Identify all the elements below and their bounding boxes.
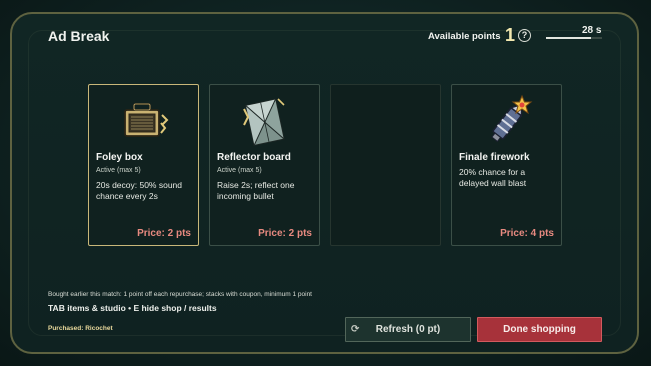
timer-text: 28 s <box>582 25 602 36</box>
reflector-board-icon <box>238 93 294 149</box>
available-points-label: Available points <box>428 31 501 42</box>
firework-icon <box>480 93 536 149</box>
card-price: Price: 4 pts <box>500 228 554 239</box>
card-description: Raise 2s; reflect one incoming bullet <box>217 180 295 201</box>
card-price: Price: 2 pts <box>137 228 191 239</box>
available-points-value: 1 <box>505 25 516 45</box>
card-status: Active (max 5) <box>96 167 141 174</box>
repurchase-footnote: Bought earlier this match: 1 point off e… <box>48 291 312 298</box>
done-shopping-button[interactable]: Done shopping <box>477 317 602 342</box>
card-name: Finale firework <box>459 152 530 163</box>
shop-card-reflector-board[interactable]: Reflector board Active (max 5) Raise 2s;… <box>209 84 320 246</box>
card-description: 20s decoy: 50% sound chance every 2s <box>96 180 183 201</box>
card-name: Foley box <box>96 152 143 163</box>
help-icon[interactable]: ? <box>518 29 531 42</box>
timer-bar-fill <box>546 37 591 39</box>
controls-hint: TAB items & studio • E hide shop / resul… <box>48 303 217 313</box>
shop-card-empty-slot <box>330 84 441 246</box>
purchased-list: Purchased: Ricochet <box>48 325 113 332</box>
refresh-label: Refresh (0 pt) <box>375 324 441 335</box>
card-status: Active (max 5) <box>217 167 262 174</box>
shop-card-finale-firework[interactable]: Finale firework 20% chance for a delayed… <box>451 84 562 246</box>
refresh-icon: ⟳ <box>351 324 360 335</box>
done-shopping-label: Done shopping <box>503 324 576 335</box>
foley-box-icon <box>117 93 173 149</box>
shop-title: Ad Break <box>48 28 110 44</box>
shop-screen: Ad Break Available points 1 ? 28 s Foley… <box>0 0 651 366</box>
card-description: 20% chance for a delayed wall blast <box>459 167 527 188</box>
refresh-button[interactable]: ⟳ Refresh (0 pt) <box>345 317 471 342</box>
card-name: Reflector board <box>217 152 291 163</box>
timer-bar <box>546 37 602 39</box>
card-price: Price: 2 pts <box>258 228 312 239</box>
shop-card-foley-box[interactable]: Foley box Active (max 5) 20s decoy: 50% … <box>88 84 199 246</box>
